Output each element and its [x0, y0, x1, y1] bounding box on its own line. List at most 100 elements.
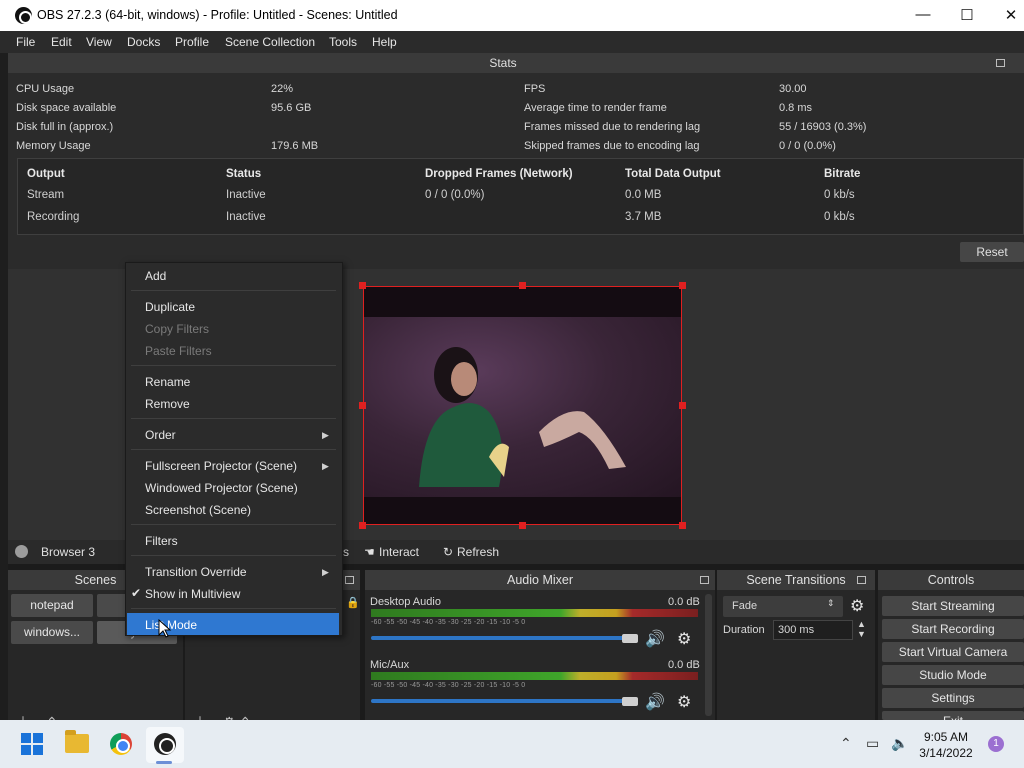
menu-bar: File Edit View Docks Profile Scene Colle… — [0, 31, 1024, 53]
resize-handle[interactable] — [679, 402, 686, 409]
audio-channel-name: Mic/Aux — [370, 659, 410, 671]
chrome-icon[interactable] — [110, 733, 132, 755]
menu-edit[interactable]: Edit — [51, 35, 72, 49]
resize-handle[interactable] — [679, 522, 686, 529]
menu-view[interactable]: View — [86, 35, 112, 49]
reset-button[interactable]: Reset — [960, 242, 1024, 262]
duration-stepper-icon[interactable]: ▲ ▼ — [857, 619, 866, 639]
volume-slider-handle[interactable] — [622, 634, 638, 643]
menu-file[interactable]: File — [16, 35, 35, 49]
stats-dock-header: Stats — [8, 53, 1024, 73]
notification-badge[interactable]: 1 — [988, 736, 1004, 752]
file-explorer-icon[interactable] — [65, 730, 89, 753]
resize-handle[interactable] — [359, 522, 366, 529]
menu-separator — [131, 449, 336, 450]
windows-start-icon[interactable] — [21, 733, 43, 755]
resize-handle[interactable] — [359, 402, 366, 409]
system-clock[interactable]: 9:05 AM 3/14/2022 — [915, 729, 977, 761]
meter-scale: -60 -55 -50 -45 -40 -35 -30 -25 -20 -15 … — [371, 619, 526, 626]
volume-slider[interactable] — [371, 699, 636, 703]
menu-item-windowed-projector[interactable]: Windowed Projector (Scene) — [145, 481, 298, 495]
float-dock-icon[interactable] — [345, 576, 354, 584]
menu-item-add[interactable]: Add — [145, 269, 166, 283]
col-header-bitrate: Bitrate — [824, 168, 861, 180]
audio-mixer-title: Audio Mixer — [507, 573, 573, 587]
minimize-button[interactable]: — — [912, 6, 934, 23]
volume-slider-handle[interactable] — [622, 697, 638, 706]
speaker-icon[interactable]: 🔊 — [645, 692, 665, 712]
resize-handle[interactable] — [679, 282, 686, 289]
gear-icon[interactable]: ⚙ — [677, 629, 691, 649]
duration-label: Duration — [723, 624, 765, 636]
lock-icon[interactable]: 🔒 — [346, 596, 360, 609]
start-recording-button[interactable]: Start Recording — [882, 619, 1024, 639]
controls-title: Controls — [927, 573, 975, 587]
menu-item-screenshot[interactable]: Screenshot (Scene) — [145, 503, 251, 517]
gear-icon[interactable]: ⚙ — [677, 692, 691, 712]
transition-gear-icon[interactable]: ⚙ — [850, 596, 864, 616]
source-properties-partial[interactable]: s — [343, 545, 349, 559]
menu-item-rename[interactable]: Rename — [145, 375, 190, 389]
start-virtual-camera-button[interactable]: Start Virtual Camera — [882, 642, 1024, 662]
menu-item-filters[interactable]: Filters — [145, 534, 178, 548]
maximize-button[interactable]: ☐ — [956, 6, 978, 24]
start-streaming-button[interactable]: Start Streaming — [882, 596, 1024, 616]
audio-mixer-header: Audio Mixer — [365, 570, 715, 590]
menu-scene-collection[interactable]: Scene Collection — [225, 35, 315, 49]
exit-button[interactable]: Exit — [882, 711, 1024, 720]
mixer-scrollbar[interactable] — [705, 594, 712, 716]
scene-item[interactable]: notepad — [11, 594, 93, 617]
globe-icon — [15, 545, 28, 558]
table-cell: 0 kb/s — [824, 211, 855, 223]
resize-handle[interactable] — [359, 282, 366, 289]
duration-field[interactable]: 300 ms — [773, 620, 853, 640]
active-app-indicator — [156, 761, 172, 764]
menu-item-remove[interactable]: Remove — [145, 397, 190, 411]
audio-meter — [371, 672, 698, 680]
scene-preview-canvas[interactable] — [363, 286, 682, 525]
menu-item-fullscreen-projector[interactable]: Fullscreen Projector (Scene) — [145, 459, 297, 473]
source-name: Browser 3 — [41, 545, 96, 559]
menu-item-copy-filters: Copy Filters — [145, 322, 210, 336]
menu-separator — [131, 418, 336, 419]
submenu-arrow-icon: ▶ — [322, 461, 329, 471]
resize-handle[interactable] — [519, 282, 526, 289]
network-icon[interactable]: ▭ — [866, 735, 879, 752]
table-cell: 3.7 MB — [625, 211, 662, 223]
menu-item-transition-override[interactable]: Transition Override — [145, 565, 247, 579]
float-dock-icon[interactable] — [996, 59, 1005, 67]
menu-item-duplicate[interactable]: Duplicate — [145, 300, 195, 314]
resize-handle[interactable] — [519, 522, 526, 529]
menu-separator — [131, 555, 336, 556]
volume-icon[interactable]: 🔈 — [891, 735, 908, 752]
interact-button[interactable]: Interact — [379, 545, 419, 559]
audio-channel-name: Desktop Audio — [370, 596, 441, 608]
speaker-icon[interactable]: 🔊 — [645, 629, 665, 649]
refresh-button[interactable]: Refresh — [457, 545, 499, 559]
menu-item-order[interactable]: Order — [145, 428, 176, 442]
col-header-output: Output — [27, 168, 65, 180]
meter-scale: -60 -55 -50 -45 -40 -35 -30 -25 -20 -15 … — [371, 682, 526, 689]
menu-item-show-in-multiview[interactable]: Show in Multiview — [145, 587, 240, 601]
menu-profile[interactable]: Profile — [175, 35, 209, 49]
scene-transitions-header: Scene Transitions — [717, 570, 875, 590]
close-button[interactable]: ✕ — [1000, 6, 1022, 24]
stat-value: 0.8 ms — [779, 102, 813, 114]
chevron-up-icon[interactable]: ⌃ — [840, 735, 852, 752]
float-dock-icon[interactable] — [700, 576, 709, 584]
volume-slider[interactable] — [371, 636, 636, 640]
table-cell: Stream — [27, 189, 65, 201]
settings-button[interactable]: Settings — [882, 688, 1024, 708]
transition-select[interactable]: Fade ⇕ — [723, 596, 843, 617]
menu-docks[interactable]: Docks — [127, 35, 160, 49]
table-cell: 0.0 MB — [625, 189, 662, 201]
menu-separator — [131, 290, 336, 291]
studio-mode-button[interactable]: Studio Mode — [882, 665, 1024, 685]
scene-item[interactable]: windows... — [11, 621, 93, 644]
stat-value: 0 / 0 (0.0%) — [779, 140, 836, 152]
stat-value: 95.6 GB — [271, 102, 312, 114]
menu-tools[interactable]: Tools — [329, 35, 357, 49]
menu-item-paste-filters: Paste Filters — [145, 344, 212, 358]
float-dock-icon[interactable] — [857, 576, 866, 584]
menu-help[interactable]: Help — [372, 35, 397, 49]
